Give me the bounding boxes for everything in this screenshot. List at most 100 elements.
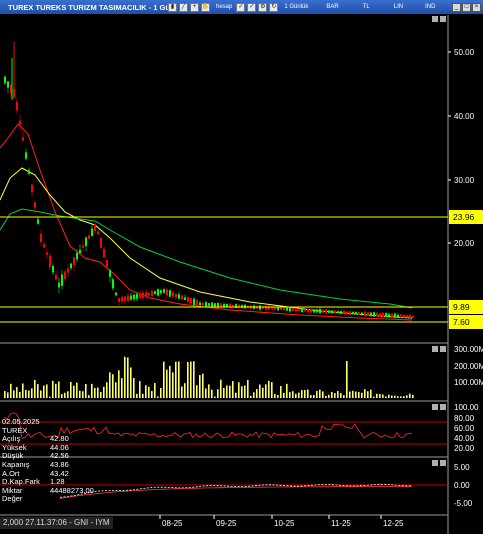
- candle-body: [4, 76, 6, 84]
- candle-body: [37, 219, 39, 224]
- candle-body: [169, 290, 171, 297]
- candle-body: [289, 307, 291, 312]
- candle-body: [46, 252, 48, 255]
- candle-body: [271, 307, 273, 310]
- volume-bar: [397, 396, 399, 398]
- volume-bar: [355, 391, 357, 398]
- macd-tick-label: 0.00: [454, 481, 470, 490]
- volume-bar: [277, 395, 279, 398]
- candle-body: [235, 304, 237, 309]
- candle-body: [187, 297, 189, 303]
- ma-yellow-line: [0, 167, 413, 319]
- volume-bar: [280, 386, 282, 398]
- price-tick-label: 30.00: [454, 176, 475, 185]
- volume-bar: [295, 393, 297, 398]
- rsi-tick-label: 20.00: [454, 444, 475, 453]
- volume-bar: [40, 390, 42, 398]
- candle-body: [55, 274, 57, 280]
- pane-button-group-rsi: [432, 404, 446, 410]
- volume-bar: [208, 384, 210, 398]
- volume-bar: [106, 382, 108, 398]
- candle-body: [298, 308, 300, 312]
- candle-body: [412, 315, 414, 318]
- volume-bar: [49, 396, 51, 398]
- candle-body: [334, 310, 336, 314]
- rsi-tick-label: 100.00: [454, 403, 479, 412]
- volume-bar: [127, 357, 129, 398]
- volume-pane: 300.00M 200.00M 100.00M: [4, 345, 483, 398]
- candle-body: [64, 271, 66, 280]
- candle-body: [124, 296, 126, 302]
- candle-body: [43, 244, 45, 248]
- candle-body: [403, 314, 405, 318]
- candle-body: [346, 311, 348, 314]
- volume-bar: [169, 365, 171, 398]
- volume-bar: [118, 370, 120, 398]
- info-key: Değer: [2, 494, 23, 504]
- candle-body: [94, 223, 96, 231]
- x-tick-label: 12-25: [383, 519, 404, 528]
- volume-bar: [205, 388, 207, 398]
- volume-bar: [55, 383, 57, 398]
- candle-body: [79, 249, 81, 254]
- candle-body: [322, 309, 324, 313]
- volume-bar: [406, 395, 408, 398]
- volume-tick-label: 100.00M: [454, 378, 483, 387]
- rsi-tick-label: 60.00: [454, 424, 475, 433]
- candle-body: [172, 292, 174, 297]
- candle-body: [184, 297, 186, 300]
- volume-bar: [256, 389, 258, 398]
- pane-button-group-volume: [432, 346, 446, 352]
- volume-bar: [241, 386, 243, 398]
- x-tick-label: 09-25: [216, 519, 237, 528]
- candle-body: [103, 249, 105, 258]
- volume-bar: [61, 394, 63, 398]
- candle-body: [364, 311, 366, 317]
- volume-bar: [46, 384, 48, 398]
- candle-body: [286, 307, 288, 311]
- candle-body: [115, 292, 117, 296]
- candle-body: [313, 309, 315, 313]
- candle-body: [16, 101, 18, 111]
- volume-bar: [34, 379, 36, 398]
- pane-buttons[interactable]: [432, 16, 446, 466]
- ma-red-line: [0, 123, 413, 321]
- candle-body: [106, 260, 108, 267]
- volume-bar: [214, 396, 216, 398]
- volume-bar: [343, 395, 345, 398]
- macd-tick-label: -5.00: [454, 499, 473, 508]
- candle-body: [13, 89, 15, 98]
- volume-bar: [88, 395, 90, 398]
- volume-bar: [298, 392, 300, 398]
- volume-bar: [10, 383, 12, 398]
- candle-body: [40, 233, 42, 243]
- volume-bar: [43, 385, 45, 398]
- candle-body: [31, 184, 33, 193]
- volume-bar: [67, 391, 69, 398]
- candle-body: [400, 314, 402, 318]
- price-pane: 50.00 40.00 30.00 20.00 23.96 9.89 7.60: [0, 42, 483, 329]
- candle-body: [358, 312, 360, 315]
- volume-bar: [328, 394, 330, 398]
- candle-body: [25, 152, 27, 159]
- candle-body: [205, 302, 207, 307]
- candle-body: [373, 312, 375, 317]
- candle-body: [391, 313, 393, 318]
- volume-bar: [100, 391, 102, 398]
- volume-bar: [223, 388, 225, 398]
- x-axis: 08-25 09-25 10-25 11-25 12-25: [159, 515, 404, 528]
- volume-bar: [391, 395, 393, 398]
- volume-bar: [202, 373, 204, 398]
- candle-body: [28, 170, 30, 174]
- volume-bar: [403, 396, 405, 398]
- volume-bar: [181, 386, 183, 398]
- volume-bar: [226, 385, 228, 398]
- volume-bar: [124, 356, 126, 398]
- volume-bar: [112, 374, 114, 398]
- volume-bar: [382, 394, 384, 398]
- volume-bar: [82, 391, 84, 398]
- volume-bar: [148, 386, 150, 398]
- volume-bar: [22, 383, 24, 398]
- volume-bar: [136, 393, 138, 398]
- candle-body: [154, 291, 156, 295]
